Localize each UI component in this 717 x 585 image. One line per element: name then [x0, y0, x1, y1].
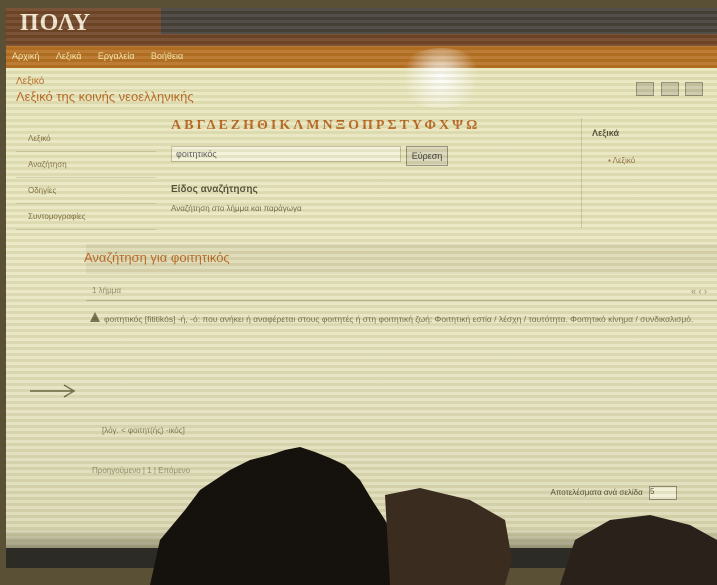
foreground-head-silhouette: [150, 447, 717, 585]
